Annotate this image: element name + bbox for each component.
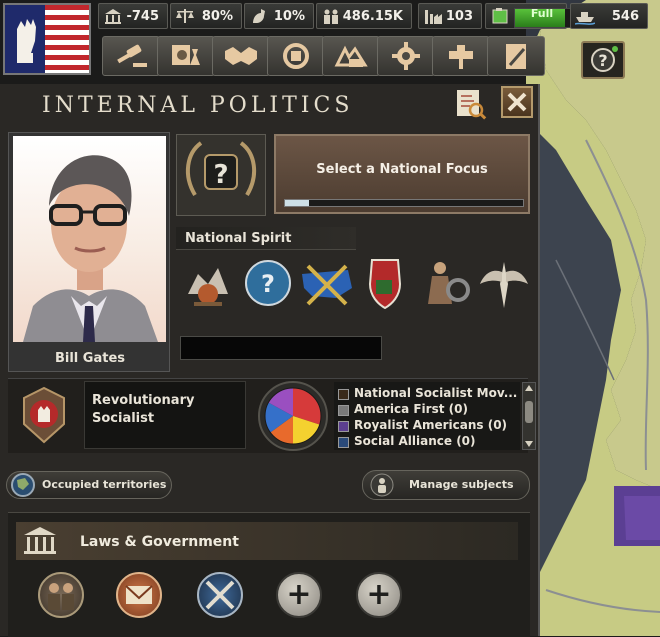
manage-subjects-label: Manage subjects <box>409 478 514 491</box>
gear-icon <box>392 42 420 70</box>
svg-text:?: ? <box>213 160 228 190</box>
leader-portrait[interactable] <box>13 136 166 342</box>
fuel-indicator[interactable]: Full <box>485 3 572 29</box>
diplomacy-button[interactable] <box>212 36 270 76</box>
production-button[interactable] <box>377 36 435 76</box>
handshake-icon <box>225 47 257 65</box>
main-toolbar <box>96 36 545 80</box>
party-label: National Socialist Mov... <box>354 386 518 400</box>
svg-text:?: ? <box>261 270 275 298</box>
gavel-icon <box>117 44 147 67</box>
manpower-value: 486.15K <box>342 8 403 24</box>
construction-button[interactable] <box>322 36 380 76</box>
spirit-winged-statue-icon[interactable] <box>476 254 532 312</box>
close-icon <box>507 92 527 112</box>
svg-text:?: ? <box>598 51 607 70</box>
party-list-scrollbar[interactable] <box>522 382 536 450</box>
map-magnifier-icon <box>457 90 487 120</box>
building-icon <box>105 9 121 24</box>
party-color-swatch <box>338 405 349 416</box>
factory-icon <box>425 10 442 24</box>
question-icon: ? <box>591 46 618 72</box>
research-button[interactable] <box>157 36 215 76</box>
convoys-value: 546 <box>611 8 639 24</box>
name-field <box>180 336 382 360</box>
scales-icon <box>176 9 194 23</box>
party-color-swatch <box>338 389 349 400</box>
laurel-question-icon: ? <box>185 141 257 197</box>
spirit-industrial-icon[interactable] <box>180 254 236 312</box>
focus-progress-fill <box>285 200 309 206</box>
add-law-button-2[interactable]: + <box>356 572 402 618</box>
law-trade-envelope-icon[interactable] <box>116 572 162 618</box>
spirit-worker-icon[interactable] <box>418 254 474 312</box>
stability-value: 80% <box>201 8 233 24</box>
laws-government-label: Laws & Government <box>80 534 239 550</box>
plus-icon: + <box>366 577 392 612</box>
manpower-indicator[interactable]: 486.15K <box>316 3 412 29</box>
spirit-us-map-icon[interactable] <box>298 254 354 312</box>
construction-icon <box>334 45 368 67</box>
party-color-swatch <box>338 437 349 448</box>
focus-progress-bar <box>284 199 524 207</box>
add-law-button-1[interactable]: + <box>276 572 322 618</box>
focus-icon-slot[interactable]: ? <box>176 134 266 216</box>
party-color-swatch <box>338 421 349 432</box>
ideology-fist-icon[interactable] <box>16 384 72 446</box>
fuel-label: Full <box>530 7 554 20</box>
person-icon <box>370 473 394 497</box>
political-power-value: -745 <box>126 8 159 24</box>
ideology-name: Revolutionary Socialist <box>92 393 195 426</box>
trade-icon <box>283 43 309 69</box>
factories-indicator[interactable]: 103 <box>418 3 482 29</box>
war-support-value: 10% <box>273 8 305 24</box>
law-conscription-icon[interactable] <box>38 572 84 618</box>
party-label: Royalist Americans (0) <box>354 418 508 432</box>
clipboard-icon <box>506 44 526 69</box>
party-popularity-chart[interactable] <box>254 380 332 452</box>
government-building-icon <box>24 527 56 554</box>
trade-button[interactable] <box>267 36 325 76</box>
fuel-icon <box>492 8 508 24</box>
occupied-territories-label: Occupied territories <box>42 478 167 491</box>
spirit-unknown-icon[interactable]: ? <box>240 254 296 312</box>
decisions-button[interactable] <box>452 86 488 122</box>
spirit-shield-icon[interactable] <box>356 254 412 312</box>
army-icon <box>449 45 473 69</box>
party-label: Social Alliance (0) <box>354 434 476 448</box>
army-button[interactable] <box>432 36 490 76</box>
close-button[interactable] <box>501 86 533 118</box>
map-help-button[interactable]: ? <box>581 41 625 79</box>
factories-value: 103 <box>445 8 473 24</box>
manpower-icon <box>324 9 338 24</box>
national-focus-label: Select a National Focus <box>316 162 488 177</box>
stability-indicator[interactable]: 80% <box>170 3 242 29</box>
party-label: America First (0) <box>354 402 468 416</box>
politics-button[interactable] <box>102 36 160 76</box>
arm-icon <box>253 9 265 23</box>
globe-icon <box>11 473 35 497</box>
world-map[interactable] <box>526 0 660 636</box>
convoys-indicator[interactable]: 546 <box>570 3 648 29</box>
research-icon <box>172 45 200 65</box>
top-resource-bar: -745 80% 10% 486.15K 103 Full 546 <box>0 0 660 34</box>
logistics-button[interactable] <box>487 36 545 76</box>
war-support-indicator[interactable]: 10% <box>244 3 314 29</box>
ship-icon <box>575 12 595 25</box>
leader-name: Bill Gates <box>54 351 125 366</box>
party-list: National Socialist Mov... America First (… <box>334 382 520 450</box>
law-economy-crossed-rifles-icon[interactable] <box>197 572 243 618</box>
plus-icon: + <box>286 577 312 612</box>
political-power-indicator[interactable]: -745 <box>98 3 168 29</box>
national-spirit-label: National Spirit <box>185 231 292 246</box>
panel-title: Internal Politics <box>42 93 354 118</box>
